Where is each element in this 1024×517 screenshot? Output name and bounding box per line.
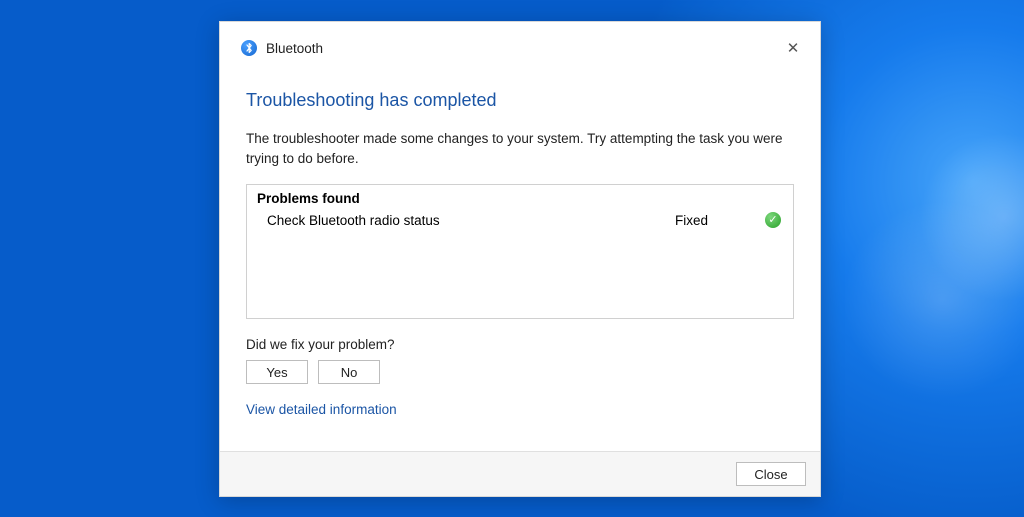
dialog-footer: Close (220, 451, 820, 496)
close-icon[interactable]: ✕ (778, 36, 808, 60)
yes-button[interactable]: Yes (246, 360, 308, 384)
problem-status: Fixed (675, 213, 765, 228)
problem-row: Check Bluetooth radio status Fixed ✓ (257, 212, 783, 228)
subtext: The troubleshooter made some changes to … (246, 129, 794, 168)
close-button[interactable]: Close (736, 462, 806, 486)
title-left: Bluetooth (241, 40, 323, 56)
troubleshooter-dialog: Bluetooth ✕ Troubleshooting has complete… (219, 21, 821, 497)
problems-found-box: Problems found Check Bluetooth radio sta… (246, 184, 794, 319)
problems-header: Problems found (257, 191, 783, 206)
dialog-title: Bluetooth (266, 41, 323, 56)
no-button[interactable]: No (318, 360, 380, 384)
bluetooth-icon (241, 40, 257, 56)
headline: Troubleshooting has completed (246, 90, 794, 111)
feedback-question: Did we fix your problem? (246, 337, 794, 352)
problem-name: Check Bluetooth radio status (267, 213, 675, 228)
checkmark-icon: ✓ (765, 212, 781, 228)
feedback-buttons: Yes No (246, 360, 794, 384)
dialog-titlebar: Bluetooth ✕ (220, 22, 820, 62)
dialog-content: Troubleshooting has completed The troubl… (220, 62, 820, 451)
view-detailed-link[interactable]: View detailed information (246, 402, 794, 417)
